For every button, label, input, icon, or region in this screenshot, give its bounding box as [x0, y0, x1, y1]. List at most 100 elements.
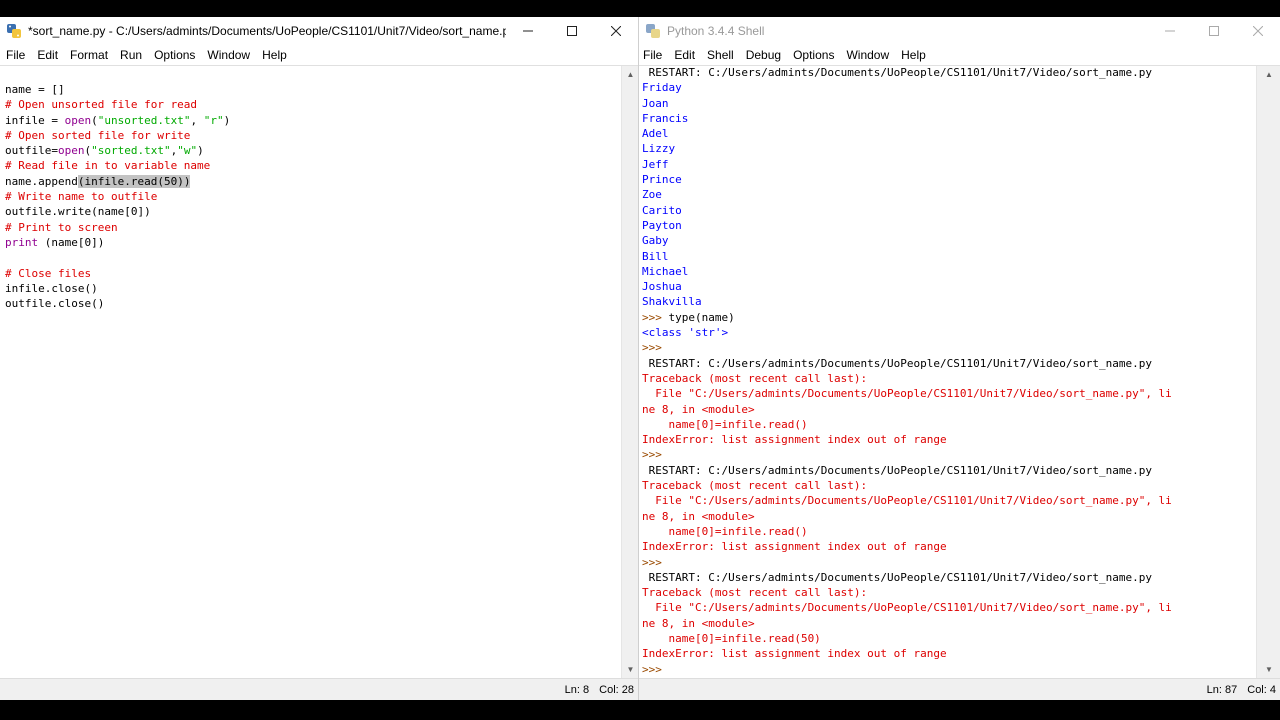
menu-run[interactable]: Run — [114, 48, 148, 62]
shell-line: Adel — [642, 127, 669, 141]
shell-line: Payton — [642, 218, 682, 232]
line-indicator: Ln: 8 — [564, 683, 590, 696]
shell-line: ne 8, in <module> — [642, 509, 755, 523]
code-line[interactable]: # Read file in to variable name — [5, 158, 621, 173]
shell-line: name[0]=infile.read() — [642, 524, 808, 538]
shell-line: Zoe — [642, 188, 662, 202]
shell-line: Joshua — [642, 280, 682, 294]
shell-line: RESTART: C:/Users/admints/Documents/UoPe… — [642, 66, 1152, 79]
shell-line: ne 8, in <module> — [642, 402, 755, 416]
shell-output-area[interactable]: RESTART: C:/Users/admints/Documents/UoPe… — [642, 65, 1256, 677]
shell-scrollbar[interactable]: ▲ ▼ — [1256, 66, 1280, 678]
menu-debug[interactable]: Debug — [740, 48, 787, 62]
shell-line: Traceback (most recent call last): — [642, 586, 868, 600]
shell-line: >>> — [642, 341, 662, 355]
scroll-track[interactable] — [1263, 83, 1275, 661]
editor-title: *sort_name.py - C:/Users/admints/Documen… — [28, 24, 506, 38]
editor-statusbar: Ln: 8 Col: 28 — [0, 678, 638, 700]
shell-line: Francis — [642, 111, 689, 125]
code-line[interactable]: name = [] — [5, 82, 621, 97]
code-line[interactable]: outfile.close() — [5, 296, 621, 311]
menu-shell[interactable]: Shell — [701, 48, 740, 62]
shell-line: name[0]=infile.read(50) — [642, 631, 821, 645]
code-line[interactable]: # Open unsorted file for read — [5, 97, 621, 112]
code-line[interactable] — [5, 250, 621, 265]
line-indicator: Ln: 87 — [1206, 683, 1238, 696]
shell-line: File "C:/Users/admints/Documents/UoPeopl… — [642, 494, 1172, 508]
shell-titlebar[interactable]: Python 3.4.4 Shell — [639, 17, 1280, 45]
shell-line: Jeff — [642, 157, 669, 171]
shell-line: RESTART: C:/Users/admints/Documents/UoPe… — [642, 463, 1152, 477]
close-button[interactable] — [1236, 17, 1280, 45]
scroll-up-arrow-icon[interactable]: ▲ — [622, 66, 638, 83]
shell-line: RESTART: C:/Users/admints/Documents/UoPe… — [642, 356, 1152, 370]
code-line[interactable]: name.append(infile.read(50)) — [5, 174, 621, 189]
shell-title: Python 3.4.4 Shell — [667, 24, 765, 38]
editor-titlebar[interactable]: *sort_name.py - C:/Users/admints/Documen… — [0, 17, 638, 45]
maximize-button[interactable] — [1192, 17, 1236, 45]
shell-line: IndexError: list assignment index out of… — [642, 540, 947, 554]
code-line[interactable]: print (name[0]) — [5, 235, 621, 250]
editor-window: *sort_name.py - C:/Users/admints/Documen… — [0, 17, 639, 700]
editor-code-area[interactable]: name = [] # Open unsorted file for read in… — [5, 82, 621, 311]
col-indicator: Col: 28 — [599, 683, 634, 696]
scroll-down-arrow-icon[interactable]: ▼ — [622, 661, 638, 678]
close-button[interactable] — [594, 17, 638, 45]
minimize-button[interactable] — [1148, 17, 1192, 45]
shell-line: <class 'str'> — [642, 326, 729, 340]
code-line[interactable]: # Close files — [5, 266, 621, 281]
scroll-up-arrow-icon[interactable]: ▲ — [1257, 66, 1280, 83]
menu-edit[interactable]: Edit — [668, 48, 701, 62]
shell-line: Traceback (most recent call last): — [642, 371, 868, 385]
shell-line: Lizzy — [642, 142, 676, 156]
shell-statusbar: Ln: 87 Col: 4 — [639, 678, 1280, 700]
editor-menubar: File Edit Format Run Options Window Help — [0, 45, 638, 65]
menu-format[interactable]: Format — [64, 48, 114, 62]
shell-line: RESTART: C:/Users/admints/Documents/UoPe… — [642, 570, 1152, 584]
menu-options[interactable]: Options — [787, 48, 840, 62]
minimize-icon — [523, 30, 533, 32]
shell-line: Prince — [642, 173, 682, 187]
shell-line: Joan — [642, 96, 669, 110]
shell-window: Python 3.4.4 Shell File Edit Shell Debug… — [639, 17, 1280, 700]
shell-menubar: File Edit Shell Debug Options Window Hel… — [639, 45, 1280, 65]
shell-line: File "C:/Users/admints/Documents/UoPeopl… — [642, 387, 1172, 401]
shell-line: IndexError: list assignment index out of… — [642, 647, 947, 661]
close-icon — [1253, 26, 1263, 36]
shell-line: >>> — [642, 555, 662, 569]
shell-line: Michael — [642, 264, 689, 278]
shell-line: ne 8, in <module> — [642, 616, 755, 630]
menu-window[interactable]: Window — [840, 48, 895, 62]
shell-line: >>> type(name) — [642, 310, 735, 324]
maximize-button[interactable] — [550, 17, 594, 45]
code-line[interactable]: outfile.write(name[0]) — [5, 204, 621, 219]
maximize-icon — [1209, 26, 1219, 36]
menu-help[interactable]: Help — [256, 48, 293, 62]
code-line[interactable]: # Open sorted file for write — [5, 128, 621, 143]
code-line[interactable]: # Write name to outfile — [5, 189, 621, 204]
shell-line: Bill — [642, 249, 669, 263]
python-shell-icon — [646, 24, 660, 38]
menu-help[interactable]: Help — [895, 48, 932, 62]
shell-line: Gaby — [642, 234, 669, 248]
menu-file[interactable]: File — [639, 48, 668, 62]
code-line[interactable]: # Print to screen — [5, 220, 621, 235]
minimize-icon — [1165, 30, 1175, 32]
editor-scrollbar[interactable]: ▲ ▼ — [621, 66, 638, 678]
code-line[interactable]: infile = open("unsorted.txt", "r") — [5, 113, 621, 128]
shell-line: Friday — [642, 81, 682, 95]
menu-edit[interactable]: Edit — [31, 48, 64, 62]
shell-line: Shakvilla — [642, 295, 702, 309]
shell-line: File "C:/Users/admints/Documents/UoPeopl… — [642, 601, 1172, 615]
code-line[interactable]: outfile=open("sorted.txt","w") — [5, 143, 621, 158]
minimize-button[interactable] — [506, 17, 550, 45]
menu-window[interactable]: Window — [201, 48, 256, 62]
scroll-down-arrow-icon[interactable]: ▼ — [1257, 661, 1280, 678]
code-line[interactable]: infile.close() — [5, 281, 621, 296]
col-indicator: Col: 4 — [1247, 683, 1276, 696]
menu-file[interactable]: File — [0, 48, 31, 62]
maximize-icon — [567, 26, 577, 36]
shell-line: >>> — [642, 448, 662, 462]
shell-line: Traceback (most recent call last): — [642, 479, 868, 493]
menu-options[interactable]: Options — [148, 48, 201, 62]
